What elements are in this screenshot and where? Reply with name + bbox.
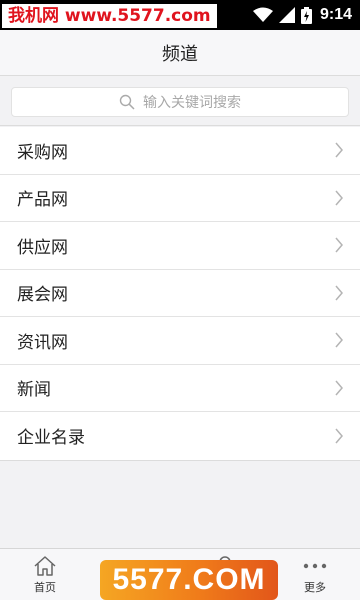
tab-more[interactable]: 更多 [270, 549, 360, 600]
chevron-right-icon [335, 332, 343, 348]
tab-home[interactable]: 首页 [0, 549, 90, 600]
channel-item[interactable]: 展会网 [0, 270, 360, 317]
channel-label: 供应网 [17, 237, 68, 258]
status-time: 9:14 [319, 6, 352, 23]
status-icons: 9:14 [252, 0, 352, 30]
search-icon [119, 94, 135, 110]
search-area: 输入关键词搜索 [0, 77, 360, 126]
chevron-right-icon [335, 428, 343, 444]
home-icon [34, 555, 56, 576]
wifi-icon [252, 7, 273, 22]
page-title: 频道 [162, 43, 198, 65]
tab-label: 更多 [304, 580, 326, 594]
chevron-right-icon [335, 380, 343, 396]
more-dots-icon [303, 563, 327, 568]
watermark-bottom: 5577.COM [100, 560, 278, 600]
channel-item[interactable]: 企业名录 [0, 412, 360, 460]
channel-item[interactable]: 采购网 [0, 127, 360, 175]
channel-label: 展会网 [17, 285, 68, 306]
search-placeholder: 输入关键词搜索 [143, 95, 241, 111]
channel-label: 资讯网 [17, 332, 68, 353]
channel-label: 新闻 [17, 380, 51, 401]
channel-item[interactable]: 新闻 [0, 365, 360, 412]
channel-item[interactable]: 资讯网 [0, 317, 360, 365]
channel-item[interactable]: 供应网 [0, 222, 360, 270]
chevron-right-icon [335, 142, 343, 158]
chevron-right-icon [335, 237, 343, 253]
tab-label: 首页 [34, 580, 56, 594]
channel-item[interactable]: 产品网 [0, 175, 360, 222]
title-bar: 频道 [0, 30, 360, 76]
watermark-top: 我机网 www.5577.com [2, 4, 217, 28]
channel-label: 产品网 [17, 190, 68, 211]
chevron-right-icon [335, 190, 343, 206]
signal-icon [278, 7, 295, 23]
channel-label: 采购网 [17, 142, 68, 163]
channel-label: 企业名录 [17, 428, 85, 449]
search-input[interactable]: 输入关键词搜索 [11, 87, 349, 117]
status-bar: 我机网 www.5577.com 9:14 [0, 0, 360, 30]
channel-list: 采购网 产品网 供应网 展会网 资讯网 新闻 企业名录 [0, 127, 360, 461]
battery-charging-icon [300, 6, 312, 24]
chevron-right-icon [335, 285, 343, 301]
